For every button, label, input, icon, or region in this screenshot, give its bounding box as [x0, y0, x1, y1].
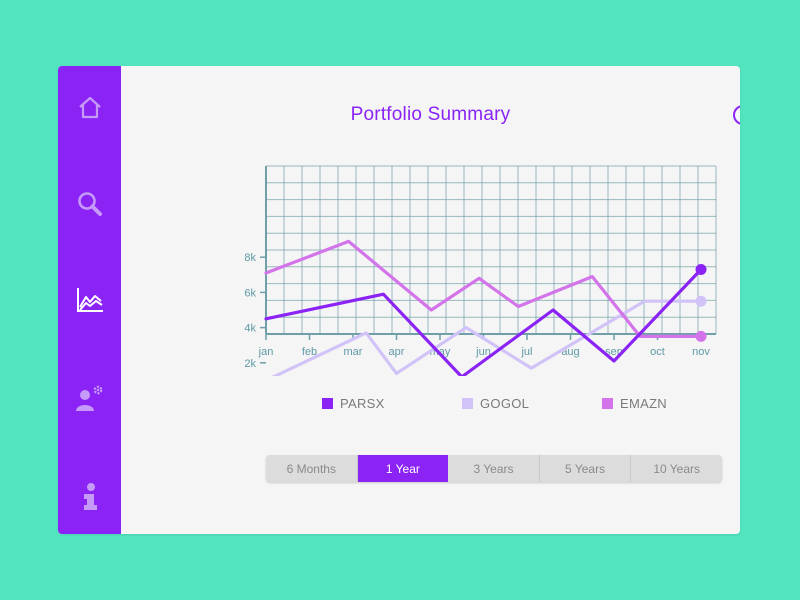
line-chart-icon — [76, 288, 103, 312]
sidebar-item-search[interactable] — [58, 182, 121, 226]
chart-legend: PARSX GOGOL EMAZN — [121, 396, 740, 412]
legend-item-parsx[interactable]: PARSX — [322, 396, 385, 411]
y-tick-label: 4k — [244, 323, 256, 335]
x-tick-label: apr — [389, 346, 405, 358]
main-panel: Portfolio Summary jan feb mar apr may jun jul a… — [121, 66, 740, 534]
legend-label-emazn: EMAZN — [620, 396, 667, 411]
range-1-year-button[interactable]: 1 Year — [357, 455, 449, 482]
series-line-emazn — [264, 239, 703, 338]
home-icon — [78, 96, 101, 119]
user-gear-icon — [75, 385, 102, 411]
portfolio-line-chart: jan feb mar apr may jun jul aug sep oct nov2k4k6k8… — [244, 165, 717, 376]
range-6-months-button[interactable]: 6 Months — [266, 455, 358, 482]
series-endpoint-gogol — [695, 295, 707, 307]
portfolio-card: Portfolio Summary jan feb mar apr may jun jul a… — [58, 66, 740, 534]
legend-label-parsx: PARSX — [340, 396, 385, 411]
y-tick-label: 2k — [244, 358, 256, 370]
x-tick-label: oct — [650, 346, 665, 358]
series-endpoint-parsx — [695, 264, 707, 276]
legend-swatch-parsx — [322, 398, 333, 409]
x-tick-label: nov — [692, 346, 710, 358]
sidebar-item-chart[interactable] — [58, 278, 121, 322]
search-icon — [77, 192, 102, 216]
legend-item-gogol[interactable]: GOGOL — [462, 396, 529, 411]
series-endpoint-emazn — [695, 330, 707, 342]
series-line-parsx — [264, 267, 703, 376]
y-tick-label: 6k — [244, 287, 256, 299]
time-range-selector: 6 Months 1 Year 3 Years 5 Years 10 Years — [266, 455, 722, 482]
x-tick-label: mar — [344, 346, 363, 358]
range-3-years-button[interactable]: 3 Years — [448, 455, 540, 482]
legend-swatch-emazn — [602, 398, 613, 409]
sidebar-item-home[interactable] — [58, 86, 121, 130]
x-tick-label: jul — [520, 346, 532, 358]
sidebar — [58, 66, 121, 534]
sidebar-item-info[interactable] — [58, 474, 121, 518]
x-tick-label: jan — [258, 346, 274, 358]
range-10-years-button[interactable]: 10 Years — [631, 455, 722, 482]
legend-swatch-gogol — [462, 398, 473, 409]
legend-label-gogol: GOGOL — [480, 396, 530, 411]
sidebar-item-user-settings[interactable] — [58, 376, 121, 420]
range-5-years-button[interactable]: 5 Years — [540, 455, 632, 482]
y-tick-label: 8k — [244, 252, 256, 264]
legend-item-emazn[interactable]: EMAZN — [602, 396, 667, 411]
info-icon — [83, 483, 97, 510]
